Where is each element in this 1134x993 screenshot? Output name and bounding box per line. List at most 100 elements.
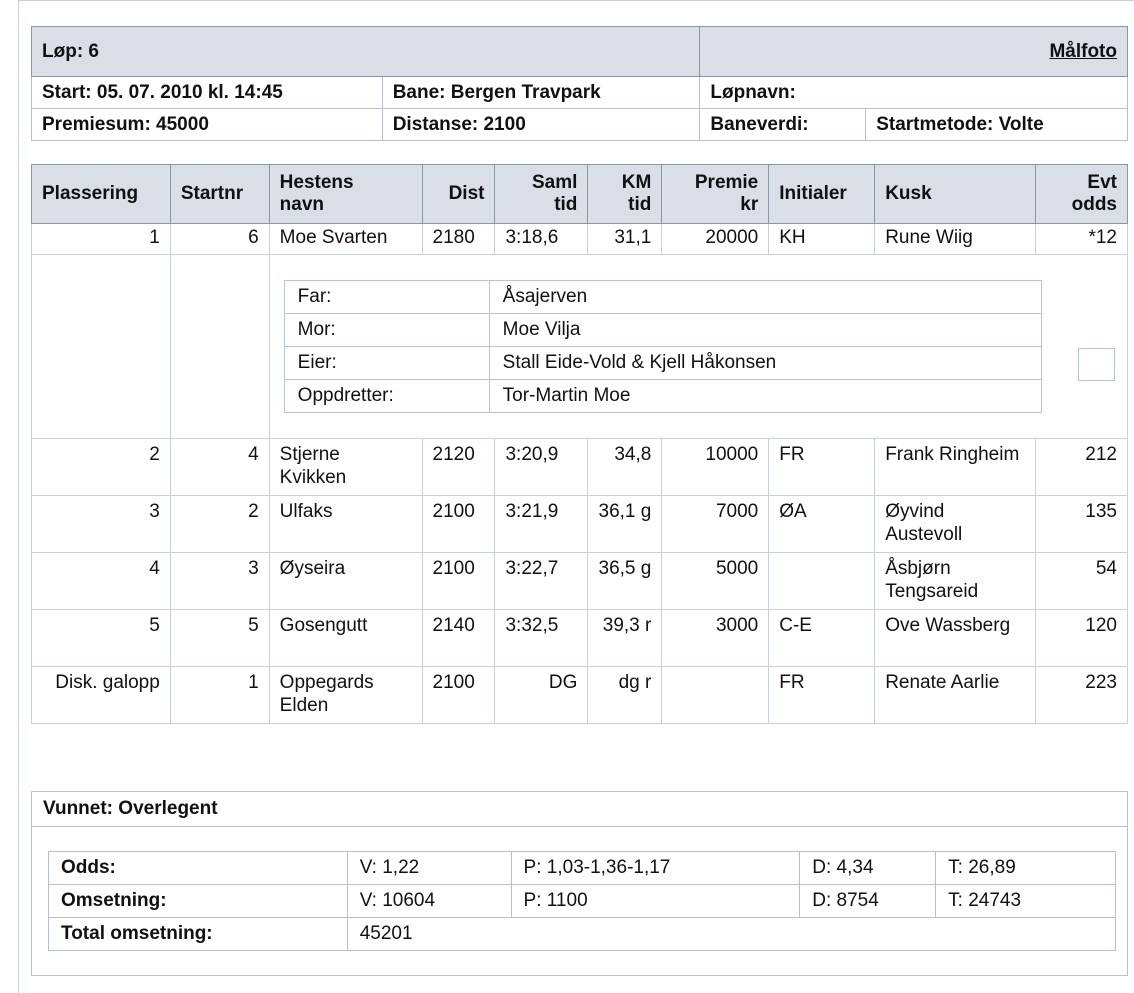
odds-p: P: 1,03-1,36-1,17 [510, 851, 801, 885]
total-time: 3:22,7 [494, 552, 589, 610]
table-row[interactable]: 4 3 Øyseira 2100 3:22,7 36,5 g 5000 Åsbj… [31, 552, 1128, 610]
placing: 3 [31, 495, 171, 553]
km-time: dg r [587, 666, 663, 724]
total-time: 3:21,9 [494, 495, 589, 553]
startnr: 2 [169, 495, 270, 553]
table-row[interactable]: 3 2 Ulfaks 2100 3:21,9 36,1 g 7000 ØA Øy… [31, 495, 1128, 553]
initials: ØA [768, 495, 876, 553]
odds-v: V: 1,22 [346, 851, 512, 885]
km-time: 36,1 g [587, 495, 663, 553]
total-turnover-value: 45201 [346, 917, 1117, 951]
total-time: 3:18,6 [494, 223, 589, 255]
col-driver: Kusk [874, 164, 1037, 224]
startnr: 4 [169, 438, 270, 496]
pedigree-cell: Far: Åsajerven Mor: Moe Vilja Eier: Stal… [268, 254, 1129, 439]
start-time: Start: 05. 07. 2010 kl. 14:45 [31, 76, 383, 109]
total-time: 3:20,9 [494, 438, 589, 496]
startnr: 5 [169, 609, 270, 667]
col-odds: Evt odds [1035, 164, 1128, 224]
dist: 2100 [421, 666, 496, 724]
km-time: 34,8 [587, 438, 663, 496]
odds: 135 [1035, 495, 1128, 553]
results-header-row: Plassering Startnr Hestens navn Dist Saml… [31, 164, 1128, 224]
km-time: 36,5 g [587, 552, 663, 610]
odds-d: D: 4,34 [799, 851, 937, 885]
turnover-v: V: 10604 [346, 884, 512, 918]
col-prize: Premie kr [661, 164, 770, 224]
startnr: 1 [169, 666, 270, 724]
startnr: 3 [169, 552, 270, 610]
odds-row: Odds: V: 1,22 P: 1,03-1,36-1,17 D: 4,34 … [48, 851, 1116, 885]
table-row[interactable]: 1 6 Moe Svarten 2180 3:18,6 31,1 20000 K… [31, 223, 1128, 255]
placing: 4 [31, 552, 171, 610]
prize-sum: Premiesum: 45000 [31, 108, 383, 141]
track-value: Baneverdi: [699, 108, 867, 141]
pedigree-key: Oppdretter: [283, 379, 490, 413]
pedigree-row: Eier: Stall Eide-Vold & Kjell Håkonsen [283, 346, 1042, 380]
dist: 2140 [421, 609, 496, 667]
horse-name: Øyseira [268, 552, 423, 610]
placing: 2 [31, 438, 171, 496]
detail-spacer [31, 254, 171, 439]
driver: Ove Wassberg [874, 609, 1037, 667]
col-km-time: KM tid [587, 164, 663, 224]
pedigree-table: Far: Åsajerven Mor: Moe Vilja Eier: Stal… [283, 280, 1042, 413]
race-number: Løp: 6 [30, 26, 701, 77]
driver: Rune Wiig [874, 223, 1037, 255]
col-startnr: Startnr [169, 164, 270, 224]
photo-finish-link[interactable]: Målfoto [699, 26, 1128, 77]
table-row[interactable]: 5 5 Gosengutt 2140 3:32,5 39,3 r 3000 C-… [31, 609, 1128, 667]
track-name: Bane: Bergen Travpark [381, 76, 701, 109]
km-time: 31,1 [587, 223, 663, 255]
prize: 3000 [661, 609, 770, 667]
table-row[interactable]: Disk. galopp 1 Oppegards Elden 2100 DG d… [31, 666, 1128, 724]
prize: 20000 [661, 223, 770, 255]
driver: Øyvind Austevoll [874, 495, 1037, 553]
dist: 2100 [421, 495, 496, 553]
pedigree-key: Mor: [283, 313, 490, 347]
odds: *12 [1035, 223, 1128, 255]
dist: 2100 [421, 552, 496, 610]
detail-spacer [169, 254, 270, 439]
race-name: Løpnavn: [699, 76, 1128, 109]
dist: 2120 [421, 438, 496, 496]
horse-name: Stjerne Kvikken [268, 438, 423, 496]
turnover-d: D: 8754 [799, 884, 937, 918]
win-margin: Vunnet: Overlegent [32, 792, 1127, 827]
pedigree-value: Åsajerven [488, 280, 1042, 314]
total-time: DG [494, 666, 589, 724]
turnover-t: T: 24743 [935, 884, 1116, 918]
pedigree-row: Mor: Moe Vilja [283, 313, 1042, 347]
startnr: 6 [169, 223, 270, 255]
col-placing: Plassering [31, 164, 171, 224]
odds: 212 [1035, 438, 1128, 496]
pedigree-value: Tor-Martin Moe [488, 379, 1042, 413]
dist: 2180 [421, 223, 496, 255]
pedigree-row: Oppdretter: Tor-Martin Moe [283, 379, 1042, 413]
pedigree-row: Far: Åsajerven [283, 280, 1042, 314]
col-initials: Initialer [768, 164, 876, 224]
empty-cell-box [1078, 348, 1115, 381]
placing: Disk. galopp [31, 666, 171, 724]
horse-name: Gosengutt [268, 609, 423, 667]
pedigree-value: Moe Vilja [488, 313, 1042, 347]
initials: C-E [768, 609, 876, 667]
placing: 5 [31, 609, 171, 667]
prize: 10000 [661, 438, 770, 496]
driver: Frank Ringheim [874, 438, 1037, 496]
race-header-table: Løp: 6 Målfoto Start: 05. 07. 2010 kl. 1… [30, 26, 1128, 141]
initials [768, 552, 876, 610]
prize: 7000 [661, 495, 770, 553]
initials: KH [768, 223, 876, 255]
table-row[interactable]: 2 4 Stjerne Kvikken 2120 3:20,9 34,8 100… [31, 438, 1128, 496]
prize: 5000 [661, 552, 770, 610]
odds-t: T: 26,89 [935, 851, 1116, 885]
odds: 223 [1035, 666, 1128, 724]
pedigree-key: Eier: [283, 346, 490, 380]
total-turnover-label: Total omsetning: [48, 917, 348, 951]
turnover-p: P: 1100 [510, 884, 801, 918]
placing: 1 [31, 223, 171, 255]
total-time: 3:32,5 [494, 609, 589, 667]
prize [661, 666, 770, 724]
turnover-row: Omsetning: V: 10604 P: 1100 D: 8754 T: 2… [48, 884, 1116, 918]
